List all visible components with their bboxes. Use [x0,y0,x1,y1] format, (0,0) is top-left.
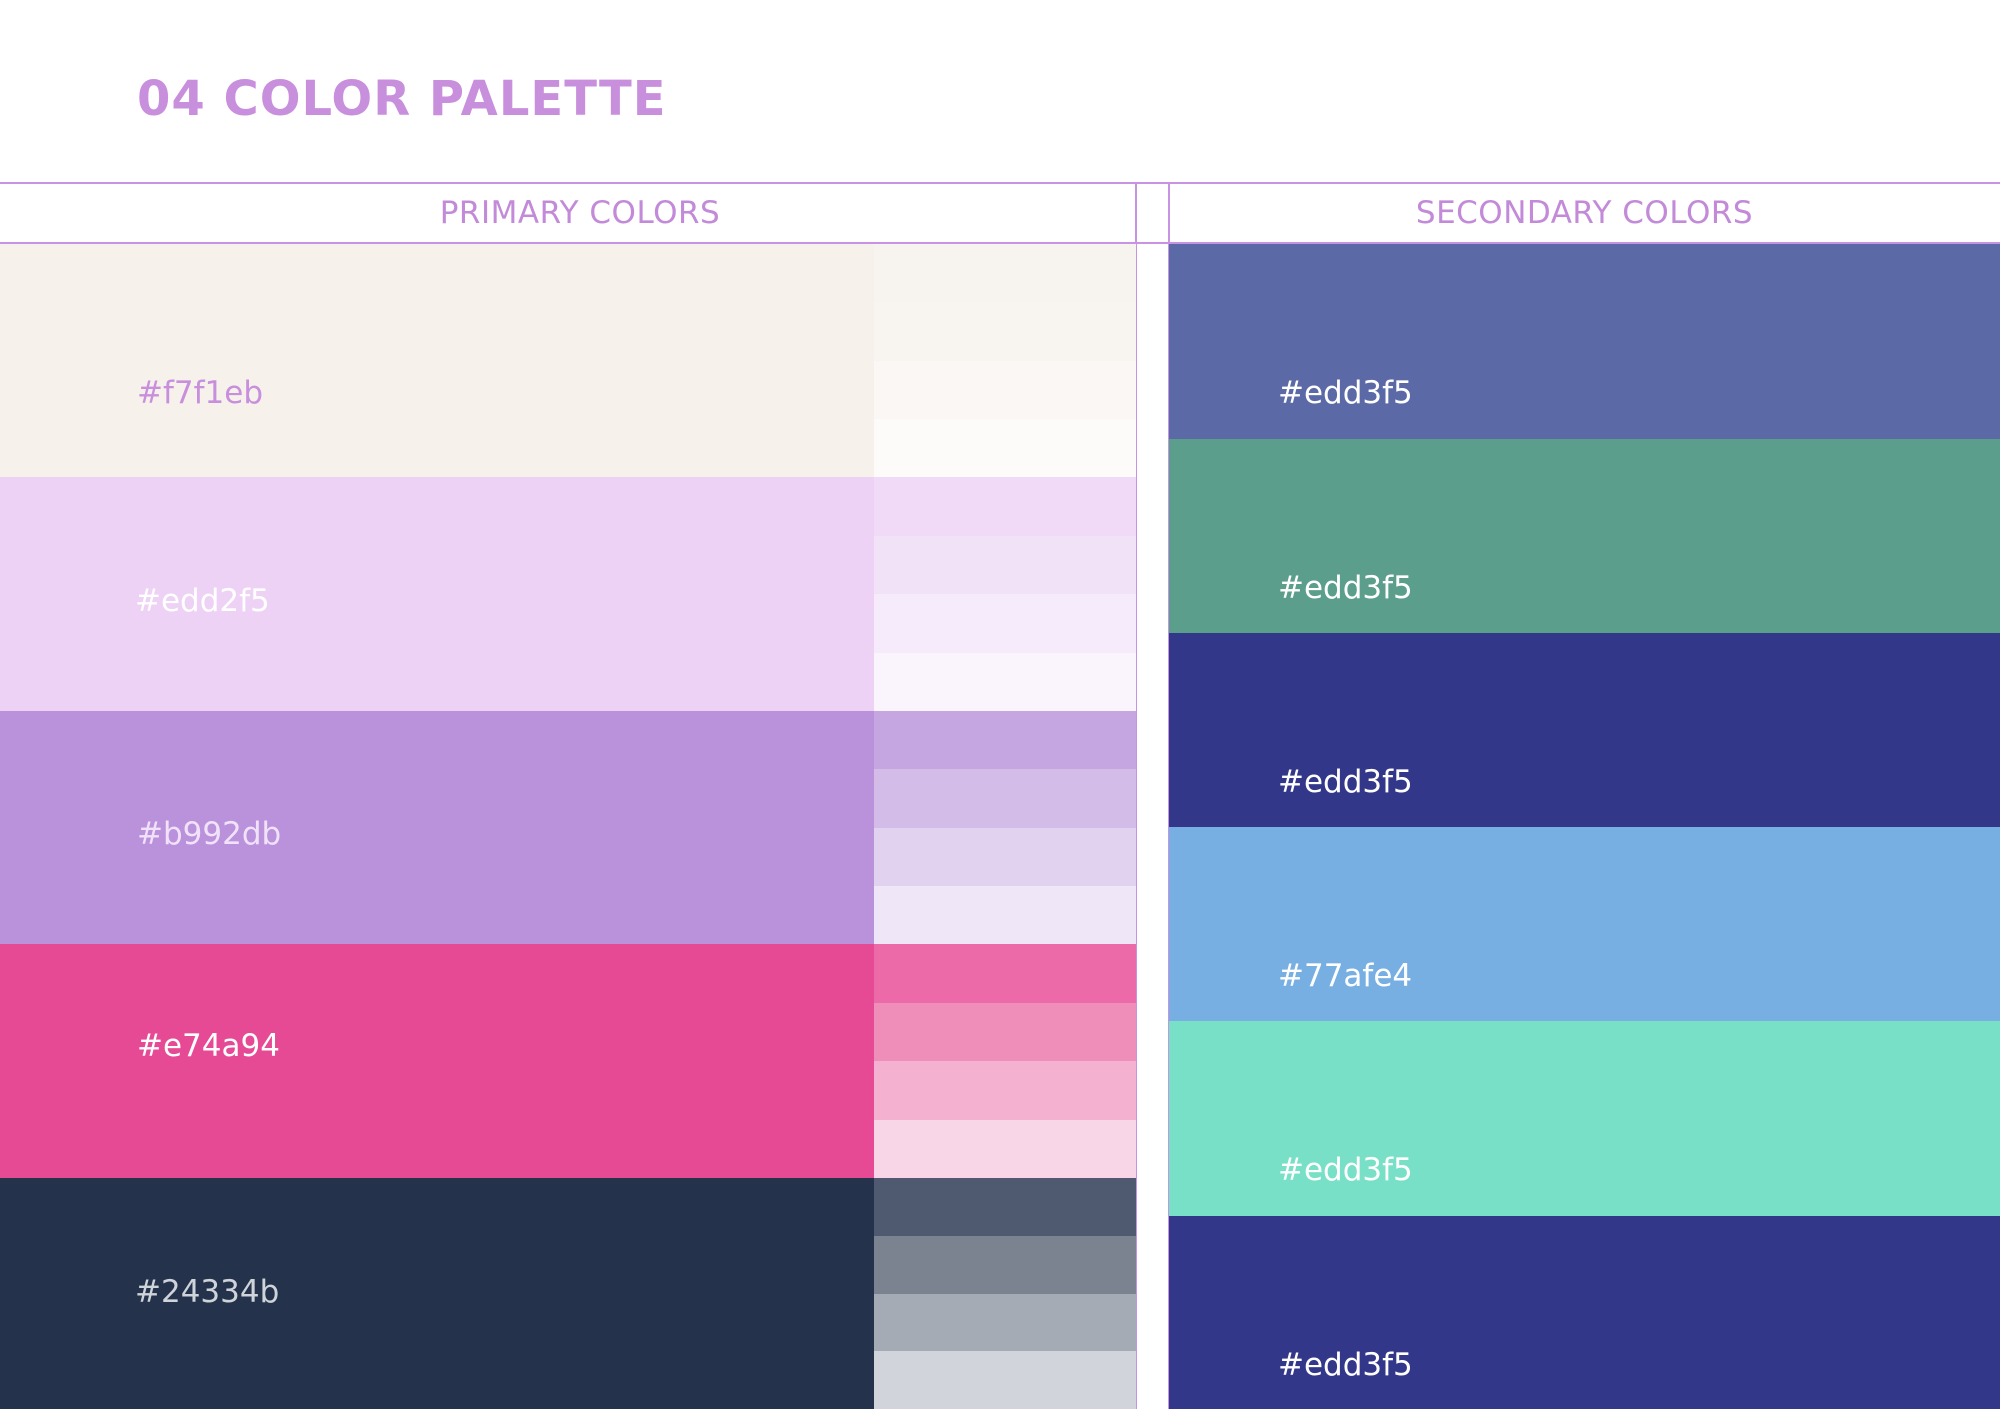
tint-swatch [874,535,1136,594]
tint-scale [874,1178,1136,1409]
secondary-swatch: #edd3f5 [1169,1021,2000,1216]
tint-swatch [874,944,1136,1003]
tint-swatch [874,711,1136,770]
tint-swatch [874,244,1136,303]
secondary-hex-label: #edd3f5 [1278,764,1413,800]
tint-swatch [874,594,1136,653]
primary-swatch [0,1178,874,1409]
secondary-hex-label: #77afe4 [1278,958,1413,994]
secondary-hex-label: #edd3f5 [1278,570,1413,606]
primary-hex-label: #f7f1eb [137,375,263,411]
tint-swatch [874,360,1136,419]
secondary-colors-heading: SECONDARY COLORS [1415,195,1754,231]
tint-scale [874,944,1136,1178]
tint-swatch [874,1119,1136,1178]
tint-swatch [874,1002,1136,1061]
primary-swatch [0,711,874,944]
secondary-swatch: #edd3f5 [1169,244,2000,439]
primary-swatch [0,477,874,711]
tint-swatch [874,302,1136,361]
tint-swatch [874,827,1136,886]
tint-swatch [874,769,1136,828]
tint-swatch [874,652,1136,711]
secondary-swatch: #edd3f5 [1169,633,2000,827]
primary-swatch [0,944,874,1178]
secondary-swatch: #edd3f5 [1169,439,2000,633]
primary-hex-label: #b992db [137,816,282,852]
tint-scale [874,244,1136,477]
primary-color-block [0,244,1136,477]
tint-scale [874,711,1136,944]
primary-hex-label: #24334b [135,1274,280,1310]
tint-scale [874,477,1136,711]
secondary-hex-label: #edd3f5 [1278,375,1413,411]
tint-swatch [874,477,1136,536]
secondary-hex-label: #edd3f5 [1278,1152,1413,1188]
tint-swatch [874,1351,1136,1409]
tint-swatch [874,1178,1136,1236]
secondary-swatch: #77afe4 [1169,827,2000,1021]
primary-hex-label: #edd2f5 [135,583,270,619]
primary-swatch [0,244,874,477]
primary-colors-heading: PRIMARY COLORS [439,195,721,231]
page-title: 04 COLOR PALETTE [137,71,667,127]
tint-swatch [874,1061,1136,1120]
tint-swatch [874,885,1136,944]
tint-swatch [874,1235,1136,1294]
tint-swatch [874,418,1136,477]
secondary-swatch: #edd3f5 [1169,1216,2000,1409]
primary-hex-label: #e74a94 [137,1028,280,1064]
secondary-hex-label: #edd3f5 [1278,1347,1413,1383]
tint-swatch [874,1293,1136,1352]
